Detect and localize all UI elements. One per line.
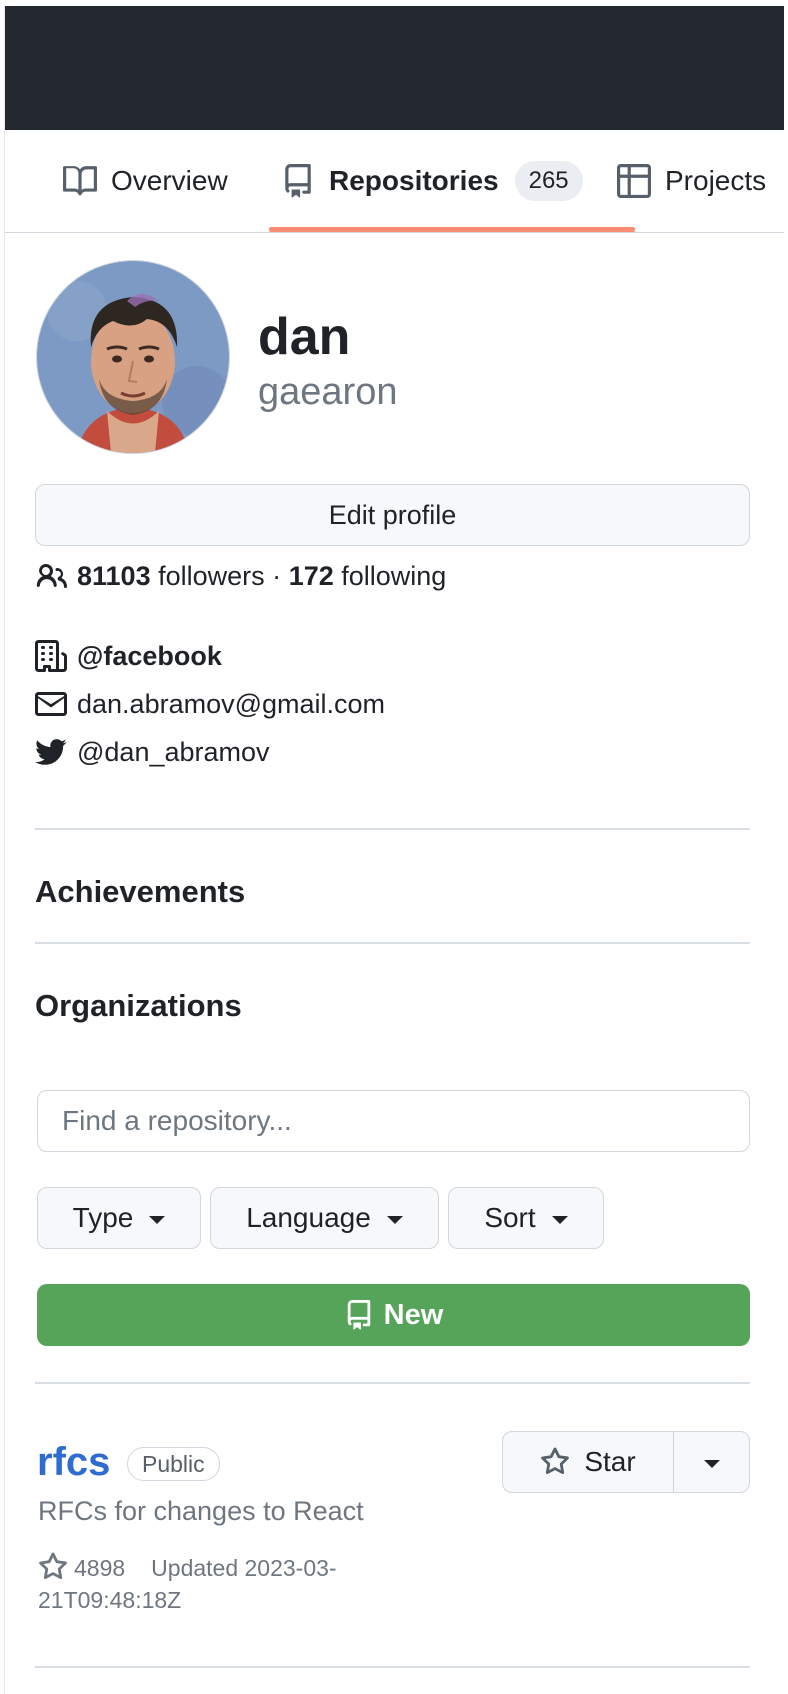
star-count: 4898	[74, 1555, 126, 1581]
profile-name: dan	[258, 308, 351, 366]
email-link[interactable]: dan.abramov@gmail.com	[77, 689, 385, 720]
divider	[35, 828, 750, 830]
sort-dropdown[interactable]: Sort	[448, 1187, 604, 1249]
building-icon	[35, 640, 67, 672]
new-repo-button[interactable]: New	[37, 1284, 750, 1346]
email-row: dan.abramov@gmail.com	[35, 688, 385, 720]
followers-label[interactable]: followers	[158, 561, 265, 592]
caret-down-icon	[149, 1216, 166, 1224]
new-label: New	[383, 1298, 444, 1331]
visibility-badge: Public	[127, 1447, 220, 1481]
followers-row: 81103 followers · 172 following	[35, 560, 446, 592]
followers-count[interactable]: 81103	[77, 561, 151, 592]
twitter-row: @dan_abramov	[35, 736, 270, 768]
achievements-heading[interactable]: Achievements	[35, 874, 245, 910]
star-label: Star	[584, 1446, 636, 1477]
language-dropdown[interactable]: Language	[210, 1187, 439, 1249]
profile-login: gaearon	[258, 371, 398, 413]
project-icon	[617, 164, 651, 198]
edit-profile-button[interactable]: Edit profile	[35, 484, 750, 546]
repo-icon	[347, 1300, 370, 1330]
mail-icon	[35, 692, 67, 716]
twitter-icon	[35, 739, 67, 765]
organization-row: @facebook	[35, 640, 222, 672]
people-icon	[36, 564, 67, 588]
sort-label: Sort	[484, 1202, 536, 1233]
following-label[interactable]: following	[341, 561, 446, 592]
organization-link[interactable]: @facebook	[77, 641, 222, 672]
type-label: Type	[72, 1202, 134, 1233]
repo-name-link[interactable]: rfcs	[37, 1438, 110, 1486]
tab-overview[interactable]: Overview	[63, 130, 228, 232]
type-dropdown[interactable]: Type	[37, 1187, 201, 1249]
profile-tabs: Overview Repositories 265 Projects	[5, 130, 784, 233]
tab-label: Overview	[111, 165, 228, 196]
divider	[35, 1382, 750, 1384]
tab-label: Repositories	[329, 165, 499, 196]
separator: ·	[272, 560, 282, 591]
repo-count-badge: 265	[514, 161, 583, 201]
star-button-group: Star	[502, 1431, 750, 1493]
stargazers-link[interactable]: 4898	[38, 1552, 126, 1581]
tab-label: Projects	[665, 165, 767, 196]
star-list-dropdown[interactable]	[674, 1432, 749, 1492]
caret-down-icon	[386, 1216, 403, 1224]
star-button[interactable]: Star	[503, 1432, 674, 1492]
repo-meta: 4898 Updated 2023-03-21T09:48:18Z	[38, 1552, 418, 1616]
star-icon	[541, 1447, 570, 1475]
organizations-heading: Organizations	[35, 988, 242, 1023]
following-count[interactable]: 172	[289, 561, 334, 592]
divider	[35, 1666, 750, 1668]
header-bar	[5, 6, 784, 130]
repo-description: RFCs for changes to React	[38, 1496, 364, 1526]
tab-projects[interactable]: Projects	[617, 130, 766, 232]
book-icon	[63, 166, 97, 196]
avatar[interactable]	[36, 260, 230, 454]
active-tab-underline	[269, 227, 635, 232]
twitter-link[interactable]: @dan_abramov	[77, 737, 270, 768]
language-label: Language	[246, 1202, 371, 1233]
tab-repositories[interactable]: Repositories 265	[281, 130, 583, 232]
page: Overview Repositories 265 Projects dan g…	[4, 6, 784, 1694]
caret-down-icon	[551, 1216, 568, 1224]
divider	[35, 942, 750, 944]
repo-search-input[interactable]	[37, 1090, 750, 1152]
caret-down-icon	[703, 1460, 720, 1468]
star-icon	[39, 1552, 67, 1580]
repo-icon	[285, 164, 311, 198]
